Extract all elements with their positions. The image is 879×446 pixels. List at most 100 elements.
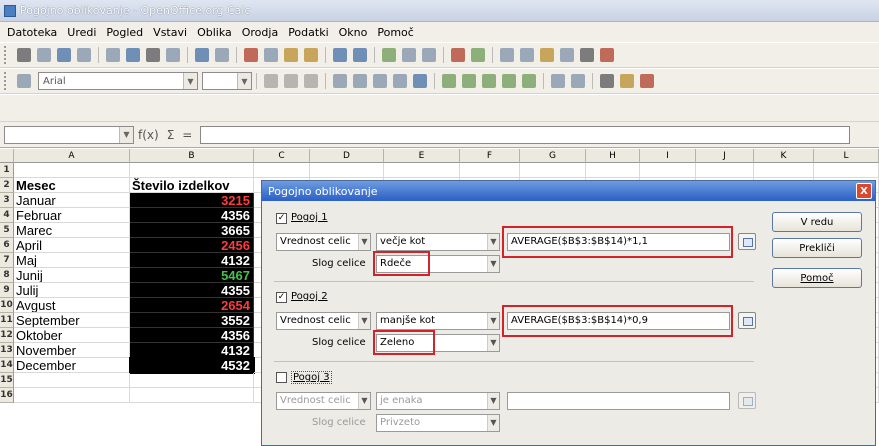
row-header[interactable]: 15: [0, 373, 14, 388]
cell-value[interactable]: Število izdelkov: [130, 178, 254, 193]
chevron-down-icon[interactable]: ▼: [487, 393, 499, 409]
formula-input[interactable]: [200, 125, 851, 144]
cell-month[interactable]: [14, 388, 130, 403]
new-document-icon[interactable]: [17, 48, 31, 62]
cell-month[interactable]: September: [14, 313, 130, 328]
sort-descending-icon[interactable]: [422, 48, 436, 62]
chevron-down-icon[interactable]: ▼: [487, 234, 499, 250]
font-color-icon[interactable]: [640, 74, 654, 88]
condition-3-style-select[interactable]: Privzeto ▼: [376, 414, 500, 432]
cell-empty[interactable]: [640, 163, 696, 178]
column-header-c[interactable]: C: [254, 149, 310, 163]
toolbar-grip[interactable]: [4, 72, 8, 90]
currency-icon[interactable]: [442, 74, 456, 88]
italic-icon[interactable]: [284, 74, 298, 88]
menu-oblika[interactable]: Oblika: [192, 26, 237, 39]
close-button[interactable]: X: [856, 183, 872, 199]
menu-okno[interactable]: Okno: [334, 26, 373, 39]
print-icon[interactable]: [146, 48, 160, 62]
condition-1-operator-select[interactable]: večje kot ▼: [376, 233, 500, 251]
cell-value[interactable]: 2456: [130, 238, 254, 253]
cell-month[interactable]: [14, 163, 130, 178]
menu-datoteka[interactable]: Datoteka: [2, 26, 62, 39]
export-pdf-icon[interactable]: [126, 48, 140, 62]
column-header-k[interactable]: K: [754, 149, 814, 163]
add-decimal-icon[interactable]: [502, 74, 516, 88]
row-header[interactable]: 11: [0, 313, 14, 328]
chevron-down-icon[interactable]: ▼: [487, 335, 499, 351]
condition-3-operator-select[interactable]: je enaka ▼: [376, 392, 500, 410]
cell-month[interactable]: December: [14, 358, 130, 373]
chevron-down-icon[interactable]: ▼: [237, 73, 251, 89]
chevron-down-icon[interactable]: ▼: [487, 313, 499, 329]
chevron-down-icon[interactable]: ▼: [183, 73, 197, 89]
select-all-corner[interactable]: [0, 149, 14, 163]
row-header[interactable]: 7: [0, 253, 14, 268]
cell-value[interactable]: 4132: [130, 343, 254, 358]
sum-icon[interactable]: Σ: [167, 128, 175, 142]
row-header[interactable]: 9: [0, 283, 14, 298]
bold-icon[interactable]: [264, 74, 278, 88]
shrink-icon[interactable]: [738, 392, 756, 409]
cell-value[interactable]: 4532: [129, 357, 255, 374]
row-header[interactable]: 6: [0, 238, 14, 253]
underline-icon[interactable]: [304, 74, 318, 88]
cell-month[interactable]: Februar: [14, 208, 130, 223]
save-icon[interactable]: [57, 48, 71, 62]
edit-file-icon[interactable]: [106, 48, 120, 62]
column-header-b[interactable]: B: [130, 149, 254, 163]
column-header-e[interactable]: E: [384, 149, 460, 163]
help-button[interactable]: Pomoč: [772, 268, 862, 288]
shrink-icon[interactable]: [738, 312, 756, 329]
menu-podatki[interactable]: Podatki: [283, 26, 333, 39]
condition-3-checkbox[interactable]: [276, 372, 287, 383]
column-header-f[interactable]: F: [460, 149, 520, 163]
ok-button[interactable]: V redu: [772, 212, 862, 232]
condition-2-operator-select[interactable]: manjše kot ▼: [376, 312, 500, 330]
background-color-icon[interactable]: [620, 74, 634, 88]
chevron-down-icon[interactable]: ▼: [487, 415, 499, 431]
column-header-g[interactable]: G: [520, 149, 586, 163]
undo-icon[interactable]: [333, 48, 347, 62]
condition-3-type-select[interactable]: Vrednost celic ▼: [276, 392, 371, 410]
justify-icon[interactable]: [393, 74, 407, 88]
chevron-down-icon[interactable]: ▼: [119, 126, 133, 143]
spellcheck-icon[interactable]: [195, 48, 209, 62]
cell-month[interactable]: [14, 373, 130, 388]
cell-empty[interactable]: [696, 163, 754, 178]
row-header[interactable]: 5: [0, 223, 14, 238]
row-header[interactable]: 3: [0, 193, 14, 208]
cell-value[interactable]: 4355: [130, 283, 254, 298]
cell-value[interactable]: [130, 163, 254, 178]
column-header-l[interactable]: L: [814, 149, 879, 163]
cancel-button[interactable]: Prekliči: [772, 238, 862, 258]
row-header[interactable]: 12: [0, 328, 14, 343]
chart-icon[interactable]: [451, 48, 465, 62]
align-center-icon[interactable]: [353, 74, 367, 88]
zoom-icon[interactable]: [580, 48, 594, 62]
cell-empty[interactable]: [254, 163, 310, 178]
gallery-icon[interactable]: [540, 48, 554, 62]
cell-month[interactable]: Julij: [14, 283, 130, 298]
column-header-d[interactable]: D: [310, 149, 384, 163]
autospell-icon[interactable]: [215, 48, 229, 62]
help-icon[interactable]: [600, 48, 614, 62]
cell-value[interactable]: 3215: [130, 193, 254, 208]
row-header[interactable]: 10: [0, 298, 14, 313]
decrease-indent-icon[interactable]: [551, 74, 565, 88]
row-header[interactable]: 16: [0, 388, 14, 403]
cell-month[interactable]: Januar: [14, 193, 130, 208]
condition-2-type-select[interactable]: Vrednost celic ▼: [276, 312, 371, 330]
cell-month[interactable]: Mesec: [14, 178, 130, 193]
sort-ascending-icon[interactable]: [402, 48, 416, 62]
row-header[interactable]: 1: [0, 163, 14, 178]
styles-formatting-icon[interactable]: [17, 74, 31, 88]
chevron-down-icon[interactable]: ▼: [358, 393, 370, 409]
font-size-combo[interactable]: ▼: [202, 72, 252, 90]
row-header[interactable]: 2: [0, 178, 14, 193]
column-header-i[interactable]: I: [640, 149, 696, 163]
font-name-combo[interactable]: Arial ▼: [38, 72, 198, 90]
redo-icon[interactable]: [353, 48, 367, 62]
cell-month[interactable]: Maj: [14, 253, 130, 268]
align-left-icon[interactable]: [333, 74, 347, 88]
